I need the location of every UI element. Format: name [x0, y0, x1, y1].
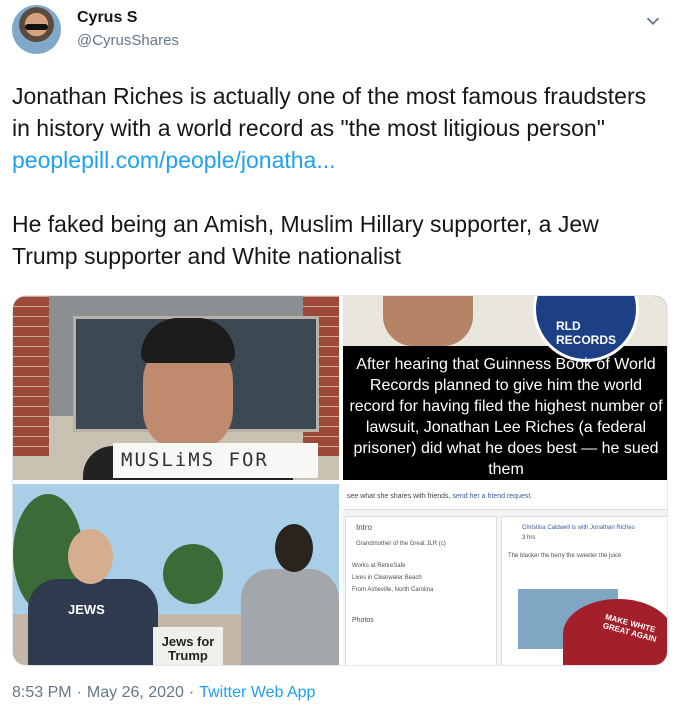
- person-1: [28, 579, 158, 665]
- post-author: Christina Caldwell is with Jonathan Rich…: [522, 525, 635, 531]
- sign: Jews for Trump: [153, 627, 223, 665]
- shirt-text: JEWS: [68, 602, 105, 617]
- separator: ·: [76, 684, 82, 701]
- person-2-head: [275, 524, 313, 572]
- post-time: 3 hrs: [522, 535, 536, 541]
- media-image-3[interactable]: JEWS Jews for Trump: [13, 484, 339, 665]
- tweet-metadata: 8:53 PM · May 26, 2020 · Twitter Web App: [12, 684, 315, 702]
- intro-card: Intro Grandmother of the Great JLR (c) W…: [345, 516, 497, 665]
- tweet-paragraph-1-text: Jonathan Riches is actually one of the m…: [12, 83, 647, 141]
- media-image-4[interactable]: see what she shares with friends, send h…: [343, 484, 667, 665]
- seal-text: RLD RECORDS: [556, 319, 617, 347]
- photos-heading: Photos: [352, 617, 374, 624]
- media-image-2[interactable]: RLD RECORDS After hearing that Guinness …: [343, 296, 667, 480]
- tweet-paragraph-1: Jonathan Riches is actually one of the m…: [12, 80, 668, 176]
- bar-link: send her a friend request.: [452, 493, 533, 500]
- tree: [163, 544, 223, 604]
- author-name[interactable]: Cyrus S: [77, 9, 137, 27]
- image-caption: After hearing that Guinness Book of Worl…: [349, 356, 663, 478]
- intro-grandmother: Grandmother of the Great JLR (c): [356, 541, 446, 547]
- sunglasses: [25, 24, 48, 30]
- intro-lives: Lives in Clearwater Beach: [352, 575, 422, 581]
- media-grid: MUSLiMS FOR RLD RECORDS After hearing th…: [12, 295, 668, 666]
- media-image-1[interactable]: MUSLiMS FOR: [13, 296, 339, 480]
- person-2: [241, 569, 339, 665]
- protest-sign: MUSLiMS FOR: [113, 443, 318, 478]
- tweet-link[interactable]: peoplepill.com/people/jonatha...: [12, 147, 336, 173]
- source-app-link[interactable]: Twitter Web App: [199, 684, 315, 701]
- intro-from: From Asheville, North Carolina: [352, 587, 434, 593]
- chevron-down-icon[interactable]: [642, 10, 664, 32]
- tweet-time[interactable]: 8:53 PM: [12, 684, 72, 701]
- red-hat: MAKE WHITE GREAT AGAIN: [563, 599, 667, 665]
- tweet-text: Jonathan Riches is actually one of the m…: [12, 80, 668, 272]
- separator: ·: [188, 684, 195, 701]
- tweet-paragraph-2: He faked being an Amish, Muslim Hillary …: [12, 211, 599, 269]
- guinness-seal: RLD RECORDS: [533, 296, 639, 362]
- intro-works: Works at RetireSafe: [352, 563, 406, 569]
- intro-heading: Intro: [356, 523, 373, 532]
- author-handle[interactable]: @CyrusShares: [77, 32, 179, 49]
- friend-request-bar: see what she shares with friends, send h…: [343, 484, 667, 510]
- face: [383, 296, 473, 346]
- brick-pillar-left: [13, 296, 49, 456]
- bar-text: see what she shares with friends,: [347, 493, 453, 500]
- person-1-head: [68, 529, 113, 584]
- post-text: The blacker the berry the sweeter the ju…: [508, 553, 622, 559]
- hat-text: MAKE WHITE GREAT AGAIN: [601, 612, 658, 644]
- avatar[interactable]: [12, 5, 61, 54]
- tweet-date[interactable]: May 26, 2020: [87, 684, 184, 701]
